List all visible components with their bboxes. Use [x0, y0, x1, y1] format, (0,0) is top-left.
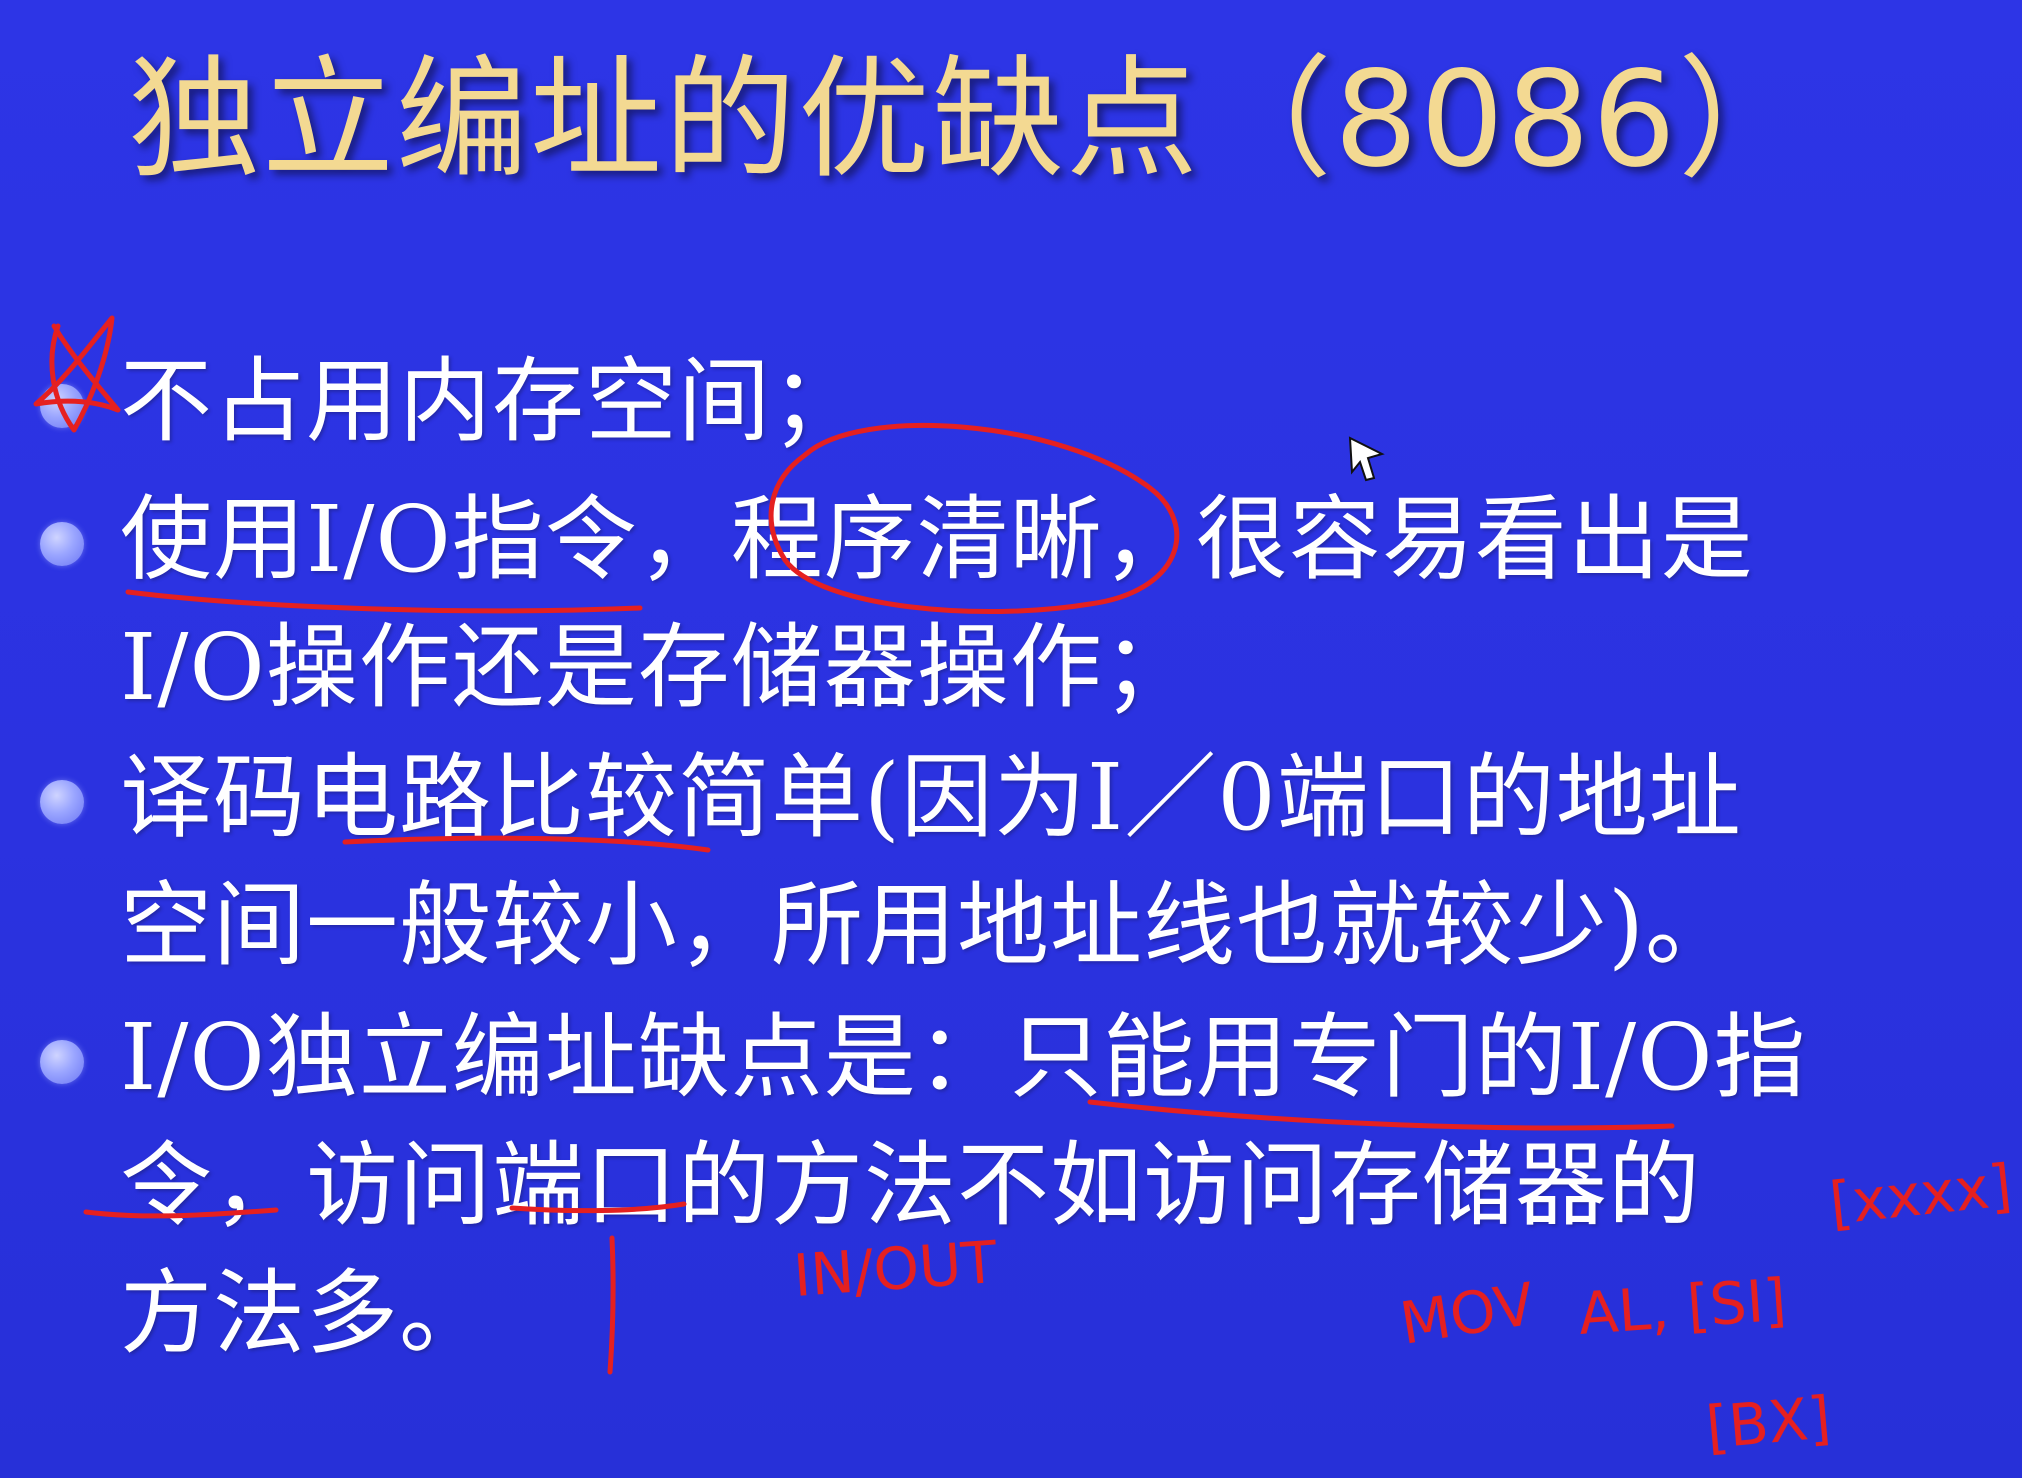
bullet-text: 使用I/O指令，程序清晰，很容易看出是 I/O操作还是存储器操作；	[120, 486, 1754, 721]
bullet-dot-icon	[40, 384, 84, 428]
bullet-text: 不占用内存空间；	[120, 348, 865, 455]
bullet-text: 译码电路比较简单(因为I／0端口的地址 空间一般较小，所用地址线也就较少)。	[120, 744, 1742, 979]
presentation-slide: 独立编址的优缺点（8086） 不占用内存空间； 使用I/O指令，程序清晰，很容易…	[0, 0, 2022, 1478]
bullet-dot-icon	[40, 1040, 84, 1084]
bullet-text: I/O独立编址缺点是：只能用专门的I/O指 令，访问端口的方法不如访问存储器的 …	[120, 1004, 1807, 1367]
bullet-dot-icon	[40, 780, 84, 824]
bullet-list: 不占用内存空间； 使用I/O指令，程序清晰，很容易看出是 I/O操作还是存储器操…	[0, 0, 2022, 1478]
bullet-dot-icon	[40, 522, 84, 566]
